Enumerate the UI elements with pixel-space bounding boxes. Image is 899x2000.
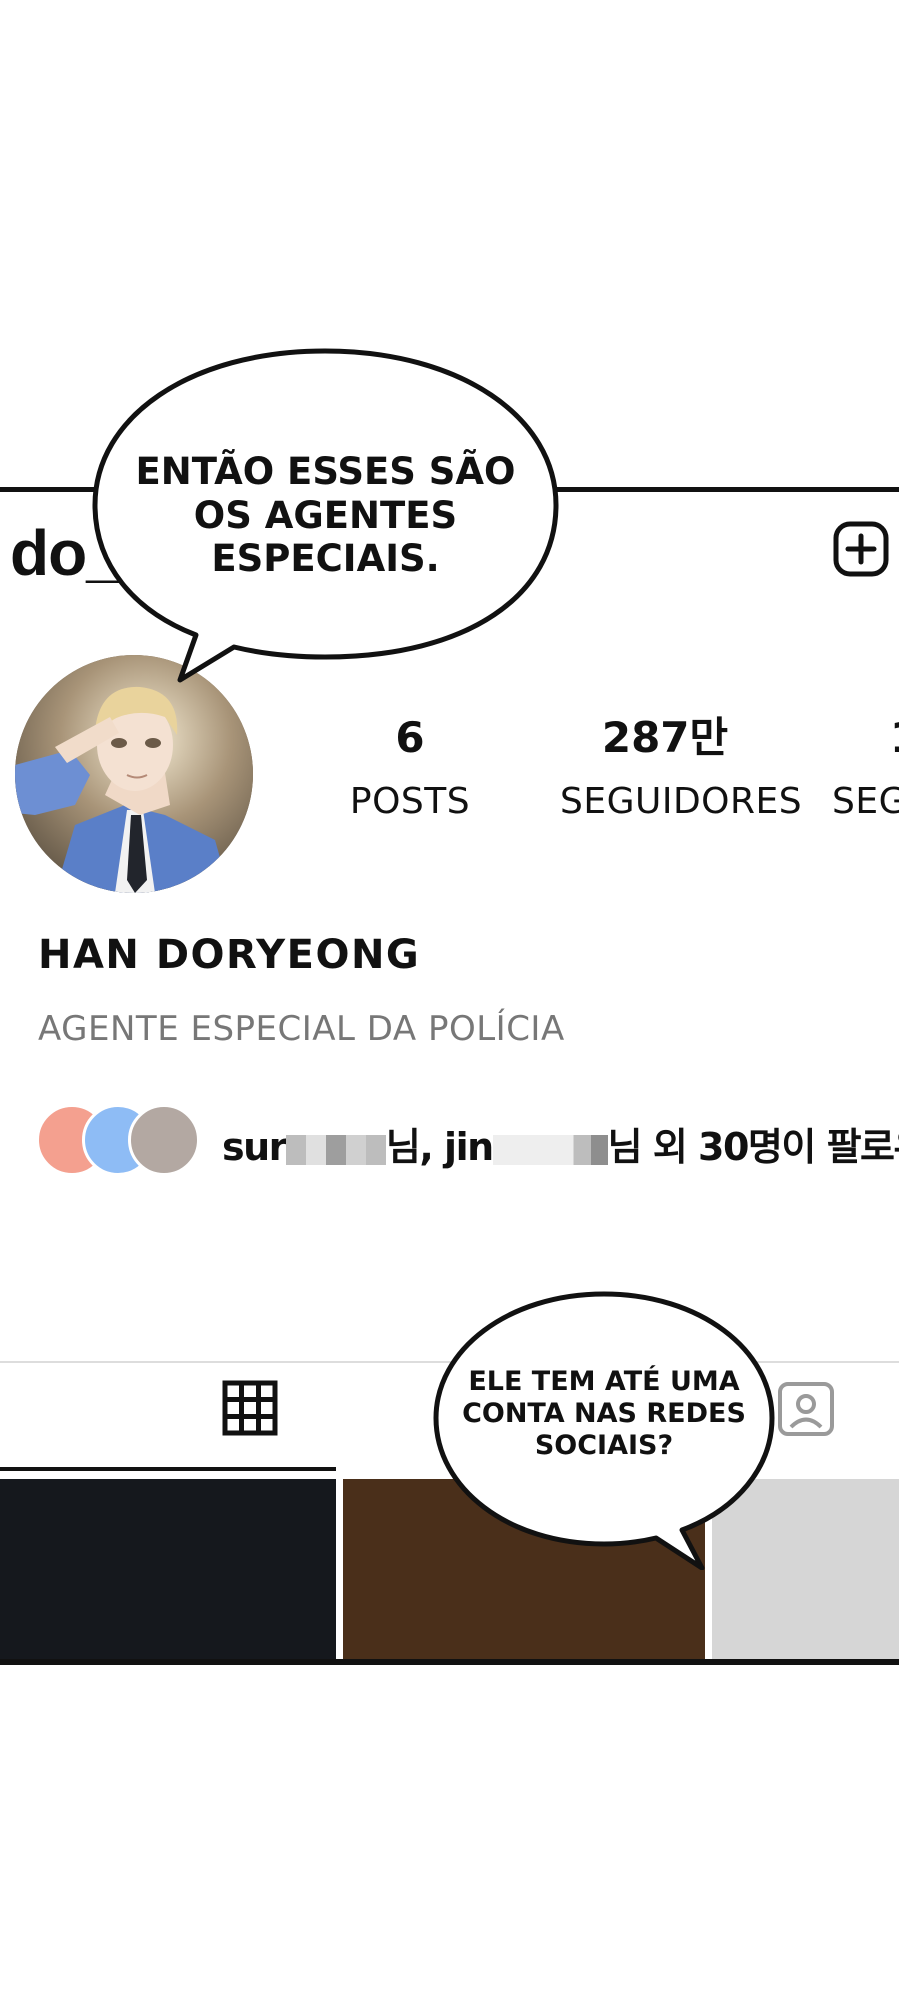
avatar-illustration	[15, 655, 253, 893]
followers-count: 287만	[601, 713, 729, 762]
followed-by-name-2: 님, jin	[385, 1125, 494, 1169]
followed-by-name-1: sur	[222, 1125, 287, 1169]
profile-bio: AGENTE ESPECIAL DA POLÍCIA	[38, 1009, 565, 1049]
followed-by-rest: 님 외 30명이 팔로우합	[607, 1125, 899, 1169]
profile-display-name: HAN DORYEONG	[38, 932, 421, 978]
following-label: SEGU	[832, 781, 899, 822]
active-tab-indicator	[0, 1467, 336, 1471]
plus-square-icon[interactable]	[832, 520, 890, 578]
follower-avatar	[128, 1104, 200, 1176]
speech-bubble-bottom: ELE TEM ATÉ UMA CONTA NAS REDES SOCIAIS?	[430, 1288, 778, 1570]
followed-by-avatars[interactable]	[36, 1104, 206, 1176]
post-thumbnail[interactable]	[0, 1479, 336, 1659]
speech-bubble-bottom-text: ELE TEM ATÉ UMA CONTA NAS REDES SOCIAIS?	[462, 1366, 746, 1461]
speech-bubble-top: ENTÃO ESSES SÃO OS AGENTES ESPECIAIS.	[88, 345, 563, 690]
grid-icon[interactable]	[222, 1380, 278, 1436]
stat-posts[interactable]: 6 POSTS	[340, 713, 480, 823]
followers-label: SEGUIDORES	[560, 781, 803, 822]
followed-by-text[interactable]: sur 님, jin 님 외 30명이 팔로우합	[222, 1116, 899, 1171]
redacted-name	[285, 1134, 386, 1165]
redacted-name	[492, 1134, 608, 1165]
profile-avatar[interactable]	[15, 655, 253, 893]
posts-label: POSTS	[349, 781, 471, 822]
posts-count: 6	[395, 713, 425, 762]
speech-bubble-top-text: ENTÃO ESSES SÃO OS AGENTES ESPECIAIS.	[135, 450, 516, 581]
tagged-person-icon[interactable]	[776, 1380, 836, 1438]
following-count: 1	[890, 717, 899, 759]
stat-following[interactable]: 1 SEGU	[832, 717, 899, 823]
stat-followers[interactable]: 287만 SEGUIDORES	[560, 713, 803, 823]
